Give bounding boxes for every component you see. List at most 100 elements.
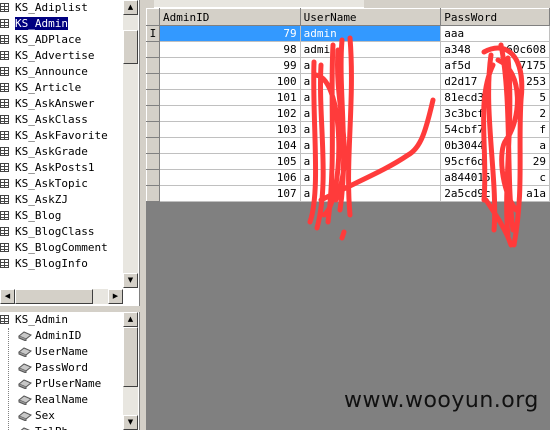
field-tree-item[interactable]: PrUserName — [0, 376, 139, 392]
cell-password[interactable]: a348 60c608 — [440, 41, 550, 58]
cell-adminid[interactable]: 101 — [158, 89, 301, 106]
scroll-right-button[interactable]: ▶ — [108, 289, 123, 304]
cell-adminid[interactable]: 104 — [158, 137, 301, 154]
cell-username[interactable]: a — [299, 89, 442, 106]
scroll-left-button[interactable]: ◀ — [0, 289, 15, 304]
column-field-icon — [18, 331, 32, 341]
row-indicator[interactable] — [146, 73, 160, 90]
cell-adminid[interactable]: 105 — [158, 153, 301, 170]
row-indicator[interactable] — [146, 169, 160, 186]
field-tree-item[interactable]: Sex — [0, 408, 139, 424]
cell-password[interactable]: 3c3bcf 2 — [440, 105, 550, 122]
table-row[interactable]: 100 a d2d17 253 — [146, 73, 550, 90]
row-indicator[interactable] — [146, 137, 160, 154]
cell-password[interactable]: aaa — [440, 25, 550, 42]
table-tree-item[interactable]: KS_BlogInfo — [0, 256, 122, 272]
table-tree-item[interactable]: KS_AskPosts1 — [0, 160, 122, 176]
tables-vertical-scrollbar[interactable]: ▲ ▼ — [123, 0, 138, 288]
fields-vertical-scrollbar[interactable]: ▲ ▼ — [123, 312, 138, 430]
table-row[interactable]: 107 a 2a5cd9c a1a — [146, 185, 550, 202]
scroll-up-button[interactable]: ▲ — [123, 312, 138, 327]
table-tree-item[interactable]: KS_BlogComment — [0, 240, 122, 256]
cell-adminid[interactable]: 106 — [158, 169, 301, 186]
scroll-thumb[interactable] — [123, 327, 138, 387]
row-indicator[interactable] — [146, 185, 160, 202]
table-row[interactable]: I 79 admin aaa — [146, 25, 550, 42]
table-tree-item[interactable]: KS_Adiplist — [0, 0, 122, 16]
field-tree-item[interactable]: AdminID — [0, 328, 139, 344]
table-tree-item[interactable]: KS_Admin — [0, 16, 122, 32]
table-tree-item[interactable]: KS_AskAnswer — [0, 96, 122, 112]
field-tree-item[interactable]: RealName — [0, 392, 139, 408]
scroll-down-button[interactable]: ▼ — [123, 273, 138, 288]
table-tree-item[interactable]: KS_AskFavorite — [0, 128, 122, 144]
tables-horizontal-scrollbar[interactable]: ◀ ▶ — [0, 289, 123, 304]
cell-username[interactable]: a — [299, 169, 442, 186]
row-indicator[interactable] — [146, 89, 160, 106]
table-row[interactable]: 103 a 54cbf7 f — [146, 121, 550, 138]
fields-root-node[interactable]: KS_Admin — [0, 312, 139, 328]
row-indicator[interactable] — [146, 105, 160, 122]
table-tree-item[interactable]: KS_Advertise — [0, 48, 122, 64]
row-indicator[interactable] — [146, 153, 160, 170]
cell-username[interactable]: admin — [299, 25, 442, 42]
cell-password[interactable]: a844015 c — [440, 169, 550, 186]
cell-password[interactable]: af5d 7175 — [440, 57, 550, 74]
table-row[interactable]: 102 a 3c3bcf 2 — [146, 105, 550, 122]
table-icon — [0, 211, 9, 220]
table-tree-item[interactable]: KS_AskClass — [0, 112, 122, 128]
table-row[interactable]: 98 admi a348 60c608 — [146, 41, 550, 58]
row-indicator[interactable] — [146, 121, 160, 138]
column-header-adminid[interactable]: AdminID — [158, 8, 301, 26]
cell-username[interactable]: a — [299, 121, 442, 138]
cell-username[interactable]: a — [299, 57, 442, 74]
table-row[interactable]: 99 a af5d 7175 — [146, 57, 550, 74]
password-suffix: 7175 — [519, 59, 547, 72]
table-tree-item[interactable]: KS_Article — [0, 80, 122, 96]
table-row[interactable]: 104 a 0b3044 a — [146, 137, 550, 154]
cell-password[interactable]: 95cf6d 29 — [440, 153, 550, 170]
cell-adminid[interactable]: 99 — [158, 57, 301, 74]
h-scroll-thumb[interactable] — [15, 289, 93, 304]
table-tree-item[interactable]: KS_AskGrade — [0, 144, 122, 160]
scroll-up-button[interactable]: ▲ — [123, 0, 138, 15]
cell-username[interactable]: a — [299, 153, 442, 170]
cell-password[interactable]: d2d17 253 — [440, 73, 550, 90]
cell-adminid[interactable]: 79 — [158, 25, 301, 42]
field-tree-item[interactable]: UserName — [0, 344, 139, 360]
scroll-thumb[interactable] — [123, 30, 138, 64]
table-row[interactable]: 101 a 81ecd3 5 — [146, 89, 550, 106]
field-tree-item[interactable]: PassWord — [0, 360, 139, 376]
table-tree-item[interactable]: KS_Blog — [0, 208, 122, 224]
cell-password[interactable]: 0b3044 a — [440, 137, 550, 154]
row-indicator[interactable]: I — [146, 25, 160, 42]
field-tree-item[interactable]: TelPh — [0, 424, 139, 430]
cell-username[interactable]: admi — [299, 41, 442, 58]
cell-adminid[interactable]: 98 — [158, 41, 301, 58]
column-header-password[interactable]: PassWord — [440, 8, 550, 26]
table-tree-item[interactable]: KS_AskZJ — [0, 192, 122, 208]
password-suffix: f — [539, 123, 546, 136]
cell-adminid[interactable]: 100 — [158, 73, 301, 90]
cell-password[interactable]: 54cbf7 f — [440, 121, 550, 138]
cell-username[interactable]: a — [299, 73, 442, 90]
row-indicator[interactable] — [146, 41, 160, 58]
scroll-down-button[interactable]: ▼ — [123, 415, 138, 430]
column-field-icon — [20, 427, 30, 430]
row-indicator[interactable] — [146, 57, 160, 74]
table-tree-item[interactable]: KS_Announce — [0, 64, 122, 80]
table-tree-item[interactable]: KS_BlogClass — [0, 224, 122, 240]
cell-adminid[interactable]: 107 — [158, 185, 301, 202]
column-header-username[interactable]: UserName — [299, 8, 442, 26]
table-tree-item[interactable]: KS_AskTopic — [0, 176, 122, 192]
cell-password[interactable]: 81ecd3 5 — [440, 89, 550, 106]
cell-username[interactable]: a — [299, 105, 442, 122]
cell-adminid[interactable]: 102 — [158, 105, 301, 122]
cell-password[interactable]: 2a5cd9c a1a — [440, 185, 550, 202]
cell-adminid[interactable]: 103 — [158, 121, 301, 138]
cell-username[interactable]: a — [299, 185, 442, 202]
table-row[interactable]: 105 a 95cf6d 29 — [146, 153, 550, 170]
cell-username[interactable]: a — [299, 137, 442, 154]
table-tree-item[interactable]: KS_ADPlace — [0, 32, 122, 48]
table-row[interactable]: 106 a a844015 c — [146, 169, 550, 186]
